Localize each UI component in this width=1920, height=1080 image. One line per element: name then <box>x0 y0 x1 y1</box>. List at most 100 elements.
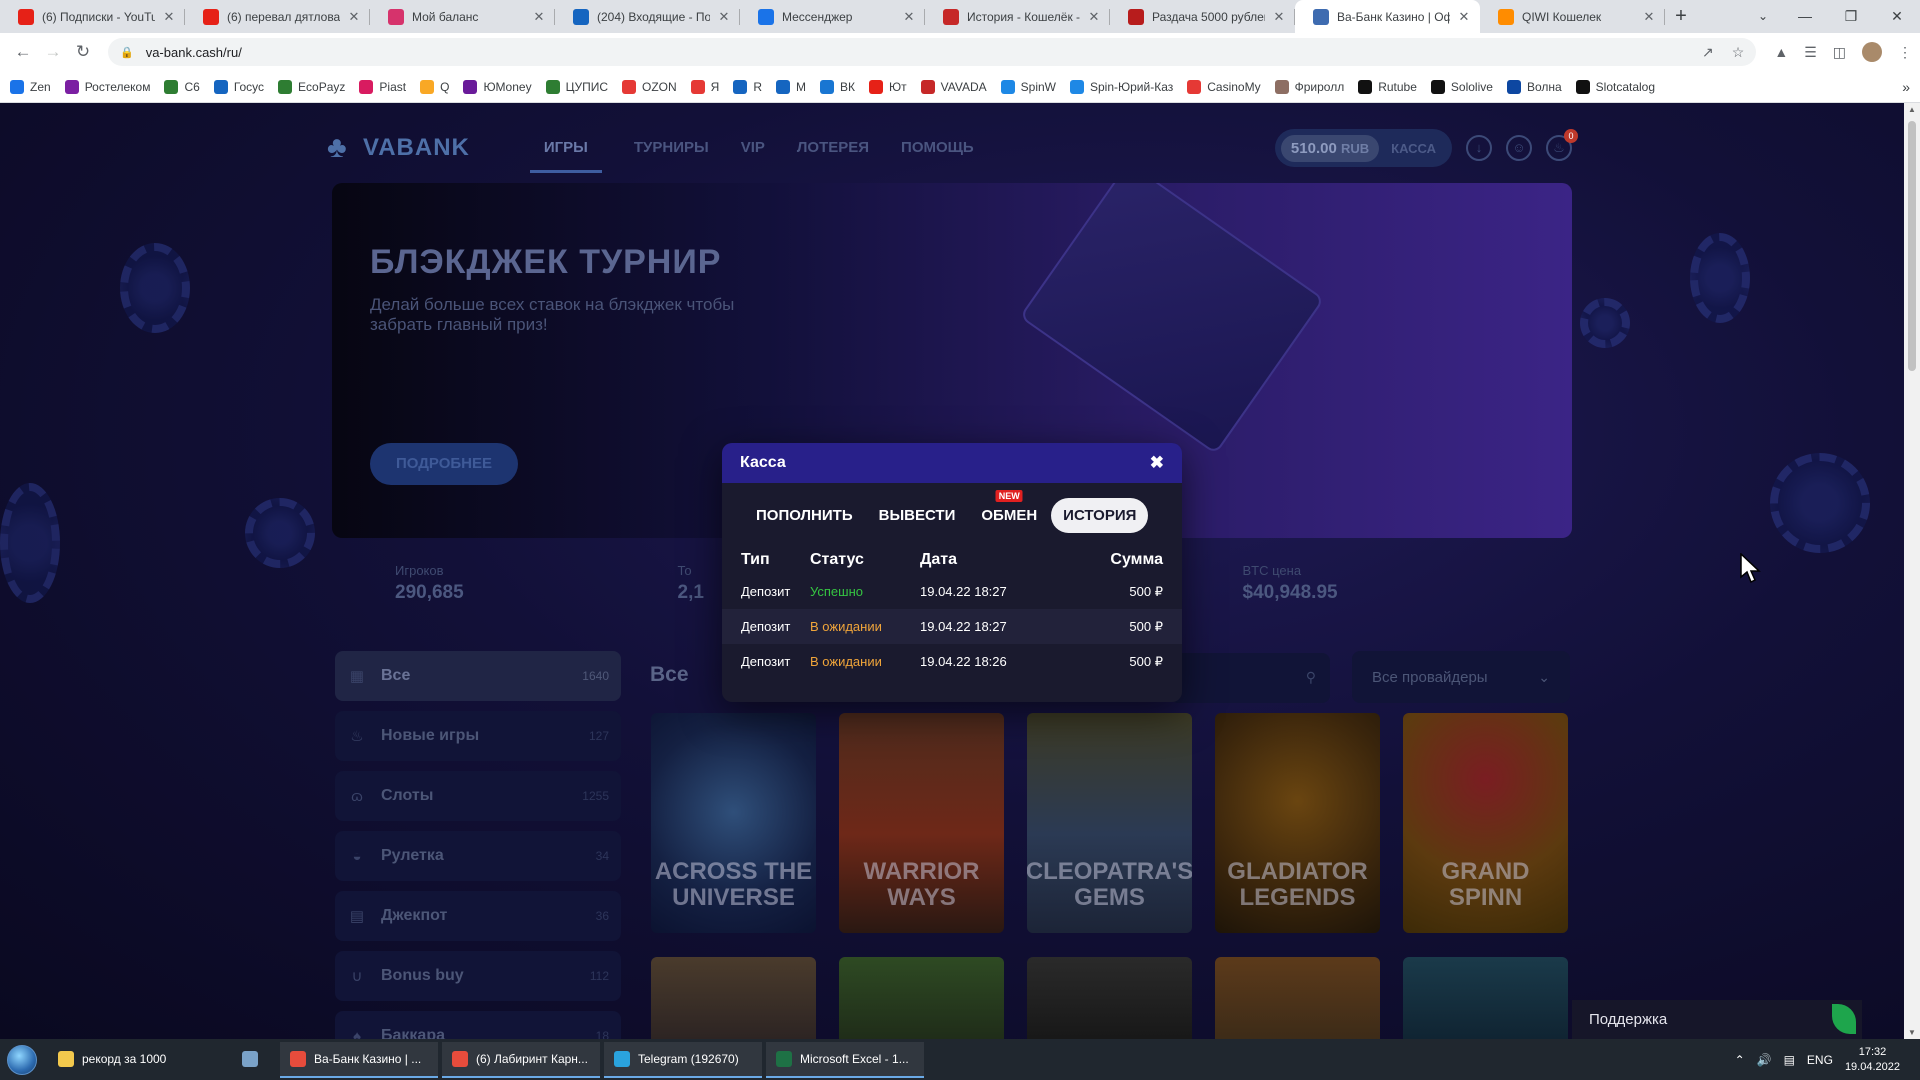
bookmark-item[interactable]: EcoPayz <box>278 79 345 94</box>
scroll-down-icon[interactable]: ▼ <box>1904 1028 1920 1037</box>
page-scrollbar[interactable]: ▲ ▼ <box>1904 103 1920 1039</box>
bookmark-item[interactable]: ЦУПИС <box>545 79 608 94</box>
bookmark-item[interactable]: Zen <box>10 79 51 94</box>
providers-dropdown[interactable]: Все провайдеры ⌄ <box>1352 651 1570 703</box>
bookmark-item[interactable]: R <box>733 79 762 94</box>
clock[interactable]: 17:32 19.04.2022 <box>1845 1045 1900 1075</box>
lock-icon[interactable]: 🔒 <box>120 46 134 59</box>
bookmark-item[interactable]: C6 <box>164 79 200 94</box>
browser-tab[interactable]: (204) Входящие - Почта ✕ <box>555 0 740 33</box>
banner-more-button[interactable]: ПОДРОБНЕЕ <box>370 443 518 485</box>
bookmark-item[interactable]: ЮMoney <box>463 79 532 94</box>
browser-tab[interactable]: Мой баланс ✕ <box>370 0 555 33</box>
browser-tab[interactable]: Раздача 5000 рублей ✕ <box>1110 0 1295 33</box>
support-chat-button[interactable]: Поддержка <box>1572 1000 1862 1039</box>
scroll-thumb[interactable] <box>1908 121 1916 371</box>
profile-avatar[interactable] <box>1862 42 1882 62</box>
minimize-icon[interactable]: — <box>1782 0 1828 33</box>
close-icon[interactable]: ✕ <box>716 9 732 25</box>
bookmark-item[interactable]: Госус <box>213 79 264 94</box>
bookmark-item[interactable]: Фриролл <box>1274 79 1344 94</box>
menu-kebab-icon[interactable]: ⋮ <box>1898 44 1912 61</box>
bookmark-item[interactable]: OZON <box>622 79 677 94</box>
cashier-tab[interactable]: ОБМЕН NEW <box>969 489 1049 533</box>
volume-icon[interactable]: 🔊 <box>1757 1053 1772 1067</box>
vabank-logo[interactable]: ♣ VABANK <box>327 133 470 163</box>
category-item[interactable]: ▦ Все 1640 <box>335 651 621 701</box>
maximize-icon[interactable]: ❐ <box>1828 0 1874 33</box>
bookmark-item[interactable]: Spin-Юрий-Каз <box>1070 79 1173 94</box>
tray-expand-icon[interactable]: ⌃ <box>1735 1053 1745 1067</box>
game-card[interactable] <box>839 957 1004 1039</box>
close-icon[interactable]: ✕ <box>1271 9 1287 25</box>
game-card[interactable] <box>1215 957 1380 1039</box>
new-tab-icon[interactable]: + <box>1665 0 1697 33</box>
bookmark-item[interactable]: CasinoMy <box>1187 79 1261 94</box>
tab-search-icon[interactable]: ⌄ <box>1758 0 1768 33</box>
bookmark-item[interactable]: SpinW <box>1000 79 1056 94</box>
game-card[interactable]: Grand Spinn <box>1403 713 1568 933</box>
bookmark-item[interactable]: Slotcatalog <box>1575 79 1655 94</box>
nav-item[interactable]: ПОМОЩЬ <box>901 123 974 173</box>
nav-item[interactable]: ЛОТЕРЕЯ <box>797 123 869 173</box>
forward-icon[interactable]: → <box>38 42 68 62</box>
game-card[interactable] <box>1027 957 1192 1039</box>
balance-widget[interactable]: 510.00 RUB КАССА <box>1274 129 1452 167</box>
bookmark-item[interactable]: Rutube <box>1358 79 1417 94</box>
category-item[interactable]: ♠ Баккара 18 <box>335 1011 621 1039</box>
nav-item[interactable]: ИГРЫ <box>529 123 602 173</box>
taskbar-item[interactable]: (6) Лабиринт Карн... <box>442 1041 600 1078</box>
close-icon[interactable]: ✖ <box>1150 453 1164 473</box>
bookmark-item[interactable]: ВК <box>820 79 855 94</box>
network-icon[interactable]: ▤ <box>1784 1053 1795 1067</box>
language-indicator[interactable]: ENG <box>1807 1053 1833 1067</box>
close-icon[interactable]: ✕ <box>346 9 362 25</box>
game-card[interactable]: Across the Universe <box>651 713 816 933</box>
bookmark-item[interactable]: Sololive <box>1430 79 1493 94</box>
bookmark-star-icon[interactable]: ☆ <box>1732 44 1745 61</box>
bookmark-item[interactable]: Q <box>420 79 449 94</box>
cashier-tab[interactable]: ИСТОРИЯ <box>1051 497 1149 533</box>
address-bar[interactable]: 🔒 va-bank.cash/ru/ ↗ ☆ <box>108 38 1757 66</box>
back-icon[interactable]: ← <box>8 42 38 62</box>
close-icon[interactable]: ✕ <box>531 9 547 25</box>
share-icon[interactable]: ↗ <box>1702 44 1714 61</box>
taskbar-item[interactable]: Ва-Банк Казино | ... <box>280 1041 438 1078</box>
browser-tab[interactable]: (6) перевал дятлова - YouTube ✕ <box>185 0 370 33</box>
browser-tab[interactable]: (6) Подписки - YouTube ✕ <box>0 0 185 33</box>
extensions-icon[interactable]: ▲ <box>1774 44 1788 60</box>
bookmark-item[interactable]: VAVADA <box>920 79 987 94</box>
game-card[interactable]: Warrior Ways <box>839 713 1004 933</box>
game-search-input[interactable]: ⚲ <box>1170 653 1330 703</box>
bookmark-item[interactable]: Волна <box>1506 79 1562 94</box>
category-item[interactable]: ♨ Новые игры 127 <box>335 711 621 761</box>
user-icon[interactable]: ☺ <box>1506 135 1532 161</box>
taskbar-item[interactable]: Telegram (192670) <box>604 1041 762 1078</box>
download-icon[interactable]: ↓ <box>1466 135 1492 161</box>
browser-tab[interactable]: История - Кошелёк - VAVADA ✕ <box>925 0 1110 33</box>
more-bookmarks-icon[interactable]: » <box>1902 79 1910 95</box>
close-icon[interactable]: ✕ <box>901 9 917 25</box>
category-item[interactable]: ɷ Слоты 1255 <box>335 771 621 821</box>
side-panel-icon[interactable]: ◫ <box>1833 44 1846 61</box>
close-icon[interactable]: ✕ <box>1456 9 1472 25</box>
browser-tab[interactable]: Ва-Банк Казино | Официальный ✕ <box>1295 0 1480 33</box>
game-card[interactable] <box>1403 957 1568 1039</box>
browser-tab[interactable]: Мессенджер ✕ <box>740 0 925 33</box>
close-icon[interactable]: ✕ <box>161 9 177 25</box>
bookmark-item[interactable]: Piast <box>359 79 406 94</box>
game-card[interactable] <box>651 957 816 1039</box>
bookmark-item[interactable]: Я <box>690 79 719 94</box>
browser-tab[interactable]: QIWI Кошелек ✕ <box>1480 0 1665 33</box>
bookmark-item[interactable]: M <box>776 79 806 94</box>
start-button[interactable] <box>0 1039 44 1080</box>
bookmark-item[interactable]: Ростелеком <box>64 79 150 94</box>
cashier-tab[interactable]: ВЫВЕСТИ <box>867 498 968 533</box>
taskbar-item[interactable]: рекорд за 1000 <box>48 1042 228 1078</box>
reading-list-icon[interactable]: ☰ <box>1804 44 1817 61</box>
category-item[interactable]: ◒ Рулетка 34 <box>335 831 621 881</box>
cashier-tab[interactable]: ПОПОЛНИТЬ <box>744 498 865 533</box>
bell-icon[interactable]: ♨ 0 <box>1546 129 1578 161</box>
nav-item[interactable]: VIP <box>741 123 765 173</box>
game-card[interactable]: Gladiator Legends <box>1215 713 1380 933</box>
